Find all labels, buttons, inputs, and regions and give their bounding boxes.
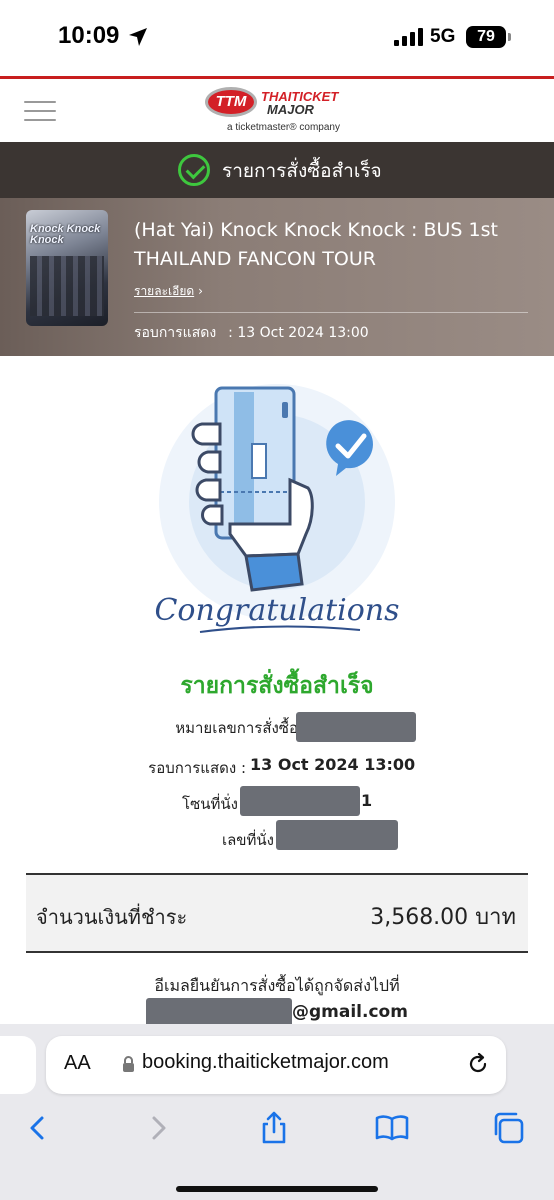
amount-value: 3,568.00 บาท [370,905,516,930]
logo-badge: TTM [205,87,257,117]
congratulations-illustration: Congratulations [154,384,400,633]
status-time: 10:09 [58,22,120,49]
event-card: Knock Knock Knock (Hat Yai) Knock Knock … [0,198,554,356]
forward-icon[interactable] [138,1108,178,1148]
battery-level: 79 [477,28,495,45]
tabs-icon[interactable] [490,1108,530,1148]
show-time-label: รอบการแสดง [134,325,217,341]
logo-subtitle: a ticketmaster® company [227,122,340,133]
seat-row: เลขที่นั่ง [0,820,554,850]
zone-row: โซนที่นั่ง 1 [0,786,554,816]
share-icon[interactable] [254,1108,294,1148]
url-text: booking.thaiticketmajor.com [142,1051,389,1073]
zone-label: โซนที่นั่ง [182,795,238,813]
previous-tab[interactable] [0,1036,36,1094]
site-logo[interactable]: TTM THAITICKET MAJOR a ticketmaster® com… [205,85,355,137]
check-circle-icon [178,154,210,186]
network-type: 5G [430,26,456,47]
reader-settings-button[interactable]: AA [64,1052,91,1075]
browser-toolbar [0,1108,554,1152]
amount-box: จำนวนเงินที่ชำระ 3,568.00 บาท [26,873,528,953]
event-title: (Hat Yai) Knock Knock Knock : BUS 1st TH… [134,219,498,270]
order-show-value: 13 Oct 2024 13:00 [250,755,416,774]
email-suffix: @gmail.com [292,1002,408,1022]
show-time-row: รอบการแสดง : 13 Oct 2024 13:00 [0,752,554,780]
site-header: TTM THAITICKET MAJOR a ticketmaster® com… [0,79,554,142]
battery-tip [508,33,511,41]
browser-chrome: AA booking.thaiticketmajor.com [0,1024,554,1200]
amount-label: จำนวนเงินที่ชำระ [36,905,188,929]
congratulations-text: Congratulations [154,593,399,628]
zone-suffix: 1 [361,791,373,810]
ticket-card-graphic [214,386,296,540]
success-banner: รายการสั่งซื้อสำเร็จ [0,142,554,198]
card-divider [134,312,528,313]
chevron-right-icon: › [198,284,203,298]
status-bar: 10:09 5G 79 [0,0,554,76]
show-time-value: : 13 Oct 2024 13:00 [228,325,369,341]
poster-artwork [30,256,104,316]
order-show-label: รอบการแสดง : [148,759,246,777]
zone-redacted [240,786,360,816]
detail-link-label: รายละเอียด [134,284,195,298]
banner-text: รายการสั่งซื้อสำเร็จ [222,160,382,182]
location-arrow-icon [129,28,147,46]
address-bar[interactable]: AA booking.thaiticketmajor.com [46,1036,506,1094]
seat-label: เลขที่นั่ง [221,831,274,849]
home-indicator [176,1186,378,1192]
order-number-row: หมายเลขการสั่งซื้อ [0,712,554,742]
battery-icon: 79 [466,26,506,48]
signal-bars-icon [394,28,423,46]
bookmarks-icon[interactable] [372,1108,412,1148]
event-poster: Knock Knock Knock [26,210,108,326]
poster-title: Knock Knock Knock [30,223,101,246]
back-icon[interactable] [18,1108,58,1148]
reload-icon[interactable] [466,1052,490,1076]
event-detail-link[interactable]: รายละเอียด › [134,282,203,301]
seat-redacted [276,820,398,850]
order-number-redacted [296,712,416,742]
order-success-title: รายการสั่งซื้อสำเร็จ [180,673,374,699]
menu-icon[interactable] [24,101,56,121]
order-number-label: หมายเลขการสั่งซื้อ [175,719,298,737]
email-note: อีเมลยืนยันการสั่งซื้อได้ถูกจัดส่งไปที่ [154,976,400,995]
logo-text-major: MAJOR [267,102,314,117]
lock-icon [123,1056,134,1072]
event-show-time: รอบการแสดง : 13 Oct 2024 13:00 [134,322,369,344]
